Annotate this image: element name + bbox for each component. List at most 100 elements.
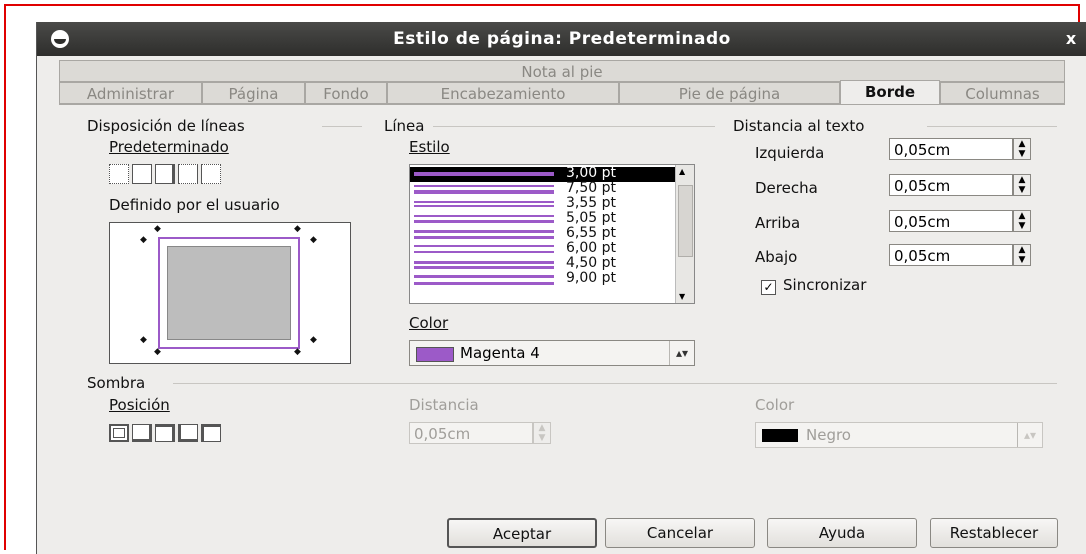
preset-left-icon[interactable]: [201, 164, 221, 184]
line-arrangement-separator: [322, 126, 362, 127]
scroll-up-icon[interactable]: ▲: [679, 167, 685, 176]
line-style-value: 6,00 pt: [566, 240, 616, 256]
tab-panel-border: [59, 104, 1065, 105]
left-spacing-field[interactable]: 0,05cm: [889, 138, 1013, 160]
line-style-list[interactable]: 3,00 pt 7,50 pt 3,55 pt 5,05 pt 6,55 pt …: [409, 164, 695, 304]
shadow-separator: [173, 383, 1057, 384]
tab-pie-de-pagina[interactable]: Pie de página: [619, 82, 840, 104]
tab-columnas[interactable]: Columnas: [940, 82, 1065, 104]
preset-box-shadow-icon[interactable]: [155, 164, 175, 184]
line-style-value: 5,05 pt: [566, 210, 616, 226]
line-sample: [414, 185, 554, 194]
line-style-value: 3,00 pt: [566, 165, 616, 181]
line-style-value: 7,50 pt: [566, 180, 616, 196]
help-button[interactable]: Ayuda: [767, 518, 917, 548]
shadow-distance-spin[interactable]: ▲ ▼: [533, 422, 551, 444]
corner-marker-icon: ◆: [310, 335, 317, 345]
left-spacing-spin[interactable]: ▲ ▼: [1013, 138, 1031, 160]
tab-administrar[interactable]: Administrar: [59, 82, 202, 104]
right-spacing-field[interactable]: 0,05cm: [889, 174, 1013, 196]
line-style-item[interactable]: 7,50 pt: [410, 180, 675, 197]
cancel-button[interactable]: Cancelar: [605, 518, 755, 548]
line-sample: [414, 172, 554, 176]
line-separator: [433, 126, 715, 127]
top-spacing-field[interactable]: 0,05cm: [889, 210, 1013, 232]
corner-marker-icon: ◆: [310, 235, 317, 245]
line-sample: [414, 201, 554, 207]
line-style-value: 3,55 pt: [566, 195, 616, 211]
shadow-none-icon[interactable]: [109, 424, 129, 442]
color-swatch: [416, 347, 454, 362]
line-sample: [414, 215, 554, 223]
color-label: Color: [409, 314, 449, 332]
right-spacing-label: Derecha: [755, 179, 818, 197]
corner-marker-icon: ◆: [140, 335, 147, 345]
line-heading: Línea: [384, 117, 425, 135]
top-spacing-spin[interactable]: ▲ ▼: [1013, 210, 1031, 232]
line-style-item[interactable]: 6,00 pt: [410, 240, 675, 257]
ok-button[interactable]: Aceptar: [447, 518, 597, 548]
user-defined-label: Definido por el usuario: [109, 196, 280, 214]
border-preview[interactable]: ◆ ◆ ◆ ◆ ◆ ◆ ◆ ◆: [109, 222, 351, 364]
spin-updown-icon: ▴▾: [1016, 423, 1036, 447]
line-color-value: Magenta 4: [460, 344, 540, 362]
line-sample: [414, 275, 554, 285]
preview-page-area: [167, 246, 291, 340]
shadow-bottom-left-icon[interactable]: [178, 424, 198, 442]
left-spacing-label: Izquierda: [755, 144, 825, 162]
sync-checkbox[interactable]: ✓: [761, 280, 776, 295]
line-style-item[interactable]: 3,55 pt: [410, 195, 675, 212]
preset-box-icon[interactable]: [132, 164, 152, 184]
shadow-bottom-right-icon[interactable]: [132, 424, 152, 442]
shadow-top-right-icon[interactable]: [155, 424, 175, 442]
style-label: Estilo: [409, 138, 450, 156]
scroll-thumb[interactable]: [678, 185, 693, 257]
right-spacing-spin[interactable]: ▲ ▼: [1013, 174, 1031, 196]
shadow-position-options: [109, 424, 224, 446]
corner-marker-icon: ◆: [294, 224, 301, 234]
spin-updown-icon: ▴▾: [668, 341, 688, 365]
preset-none-icon[interactable]: [109, 164, 129, 184]
tab-encabezamiento[interactable]: Encabezamiento: [387, 82, 619, 104]
scroll-down-icon[interactable]: ▼: [679, 292, 685, 301]
line-style-item[interactable]: 3,00 pt: [410, 165, 675, 182]
line-style-value: 9,00 pt: [566, 270, 616, 286]
shadow-top-left-icon[interactable]: [201, 424, 221, 442]
line-style-item[interactable]: 9,00 pt: [410, 270, 675, 287]
bottom-spacing-spin[interactable]: ▲ ▼: [1013, 244, 1031, 266]
shadow-distance-field[interactable]: 0,05cm: [409, 422, 533, 444]
line-style-item[interactable]: 6,55 pt: [410, 225, 675, 242]
close-icon[interactable]: x: [1061, 29, 1081, 49]
line-style-value: 4,50 pt: [566, 255, 616, 271]
shadow-position-label: Posición: [109, 396, 170, 414]
line-style-value: 6,55 pt: [566, 225, 616, 241]
sync-label: Sincronizar: [783, 276, 867, 294]
line-sample: [414, 245, 554, 253]
spacing-heading: Distancia al texto: [733, 117, 865, 135]
color-swatch: [762, 429, 798, 442]
reset-button[interactable]: Restablecer: [930, 518, 1058, 548]
shadow-color-combo[interactable]: Negro ▴▾: [755, 422, 1043, 448]
corner-marker-icon: ◆: [154, 347, 161, 357]
default-presets: [109, 164, 224, 186]
spacing-separator: [927, 126, 1057, 127]
tab-nota-al-pie[interactable]: Nota al pie: [59, 60, 1065, 82]
bottom-spacing-field[interactable]: 0,05cm: [889, 244, 1013, 266]
line-sample: [414, 261, 554, 269]
corner-marker-icon: ◆: [294, 347, 301, 357]
tab-borde[interactable]: Borde: [840, 80, 940, 105]
line-style-scrollbar[interactable]: ▲ ▼: [675, 165, 694, 303]
tab-fondo[interactable]: Fondo: [305, 82, 387, 104]
bottom-spacing-label: Abajo: [755, 248, 798, 266]
line-style-item[interactable]: 5,05 pt: [410, 210, 675, 227]
line-style-item[interactable]: 4,50 pt: [410, 255, 675, 272]
page-style-dialog: Estilo de página: Predeterminado x Nota …: [36, 22, 1086, 554]
corner-marker-icon: ◆: [154, 224, 161, 234]
title-bar: Estilo de página: Predeterminado x: [37, 22, 1086, 56]
shadow-distance-label: Distancia: [409, 396, 479, 414]
preset-left-right-icon[interactable]: [178, 164, 198, 184]
window-title: Estilo de página: Predeterminado: [393, 29, 731, 49]
tab-pagina[interactable]: Página: [202, 82, 305, 104]
default-label: Predeterminado: [109, 138, 229, 156]
line-color-combo[interactable]: Magenta 4 ▴▾: [409, 340, 695, 366]
